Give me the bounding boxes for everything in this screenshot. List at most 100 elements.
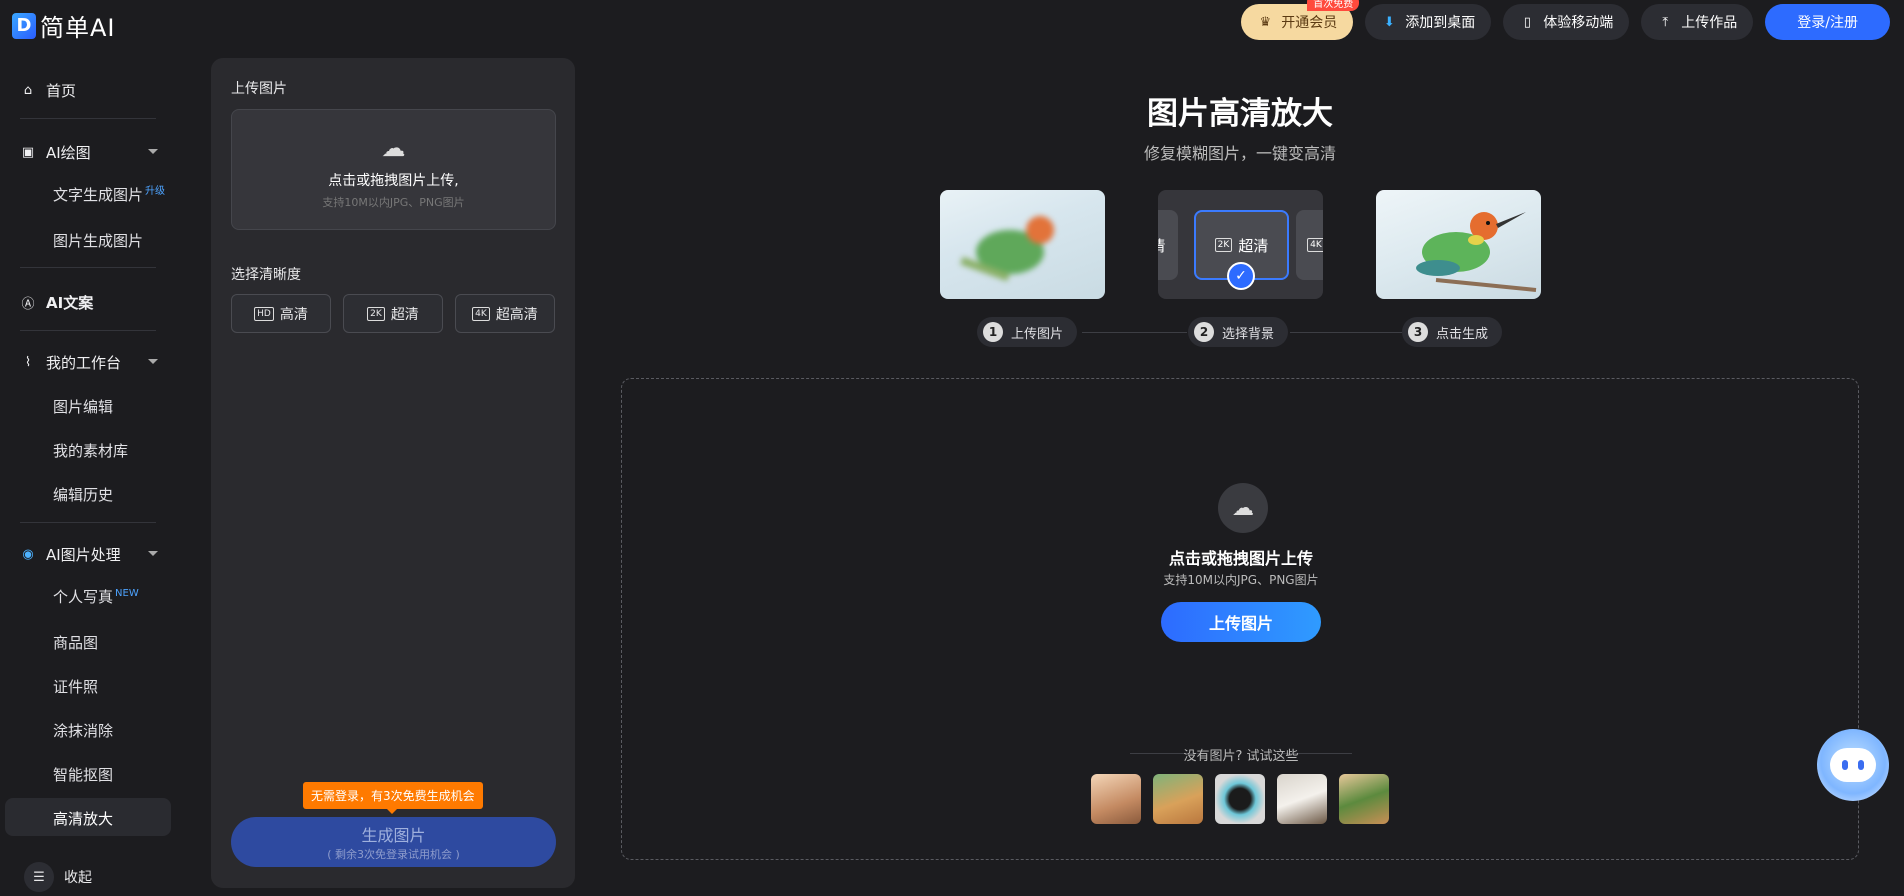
generate-label: 生成图片 bbox=[361, 826, 426, 845]
upload-work-label: 上传作品 bbox=[1681, 15, 1738, 31]
ai-icon: Ⓐ bbox=[21, 297, 35, 312]
resolution-hd-label: 高清 bbox=[279, 306, 308, 323]
sidebar-item-ai-copy[interactable]: Ⓐ AI文案 bbox=[20, 292, 93, 313]
generate-sub-label: ( 剩余3次免登录试用机会 ) bbox=[327, 848, 460, 861]
step-connector bbox=[1082, 332, 1187, 333]
text-to-image-label: 文字生成图片 bbox=[53, 186, 144, 204]
sidebar-item-ai-image-proc[interactable]: ◉ AI图片处理 bbox=[20, 544, 172, 565]
example-2k-icon: 2K bbox=[1214, 238, 1233, 252]
upload-image-button[interactable]: 上传图片 bbox=[1161, 602, 1321, 642]
step-1-label: 上传图片 bbox=[1011, 326, 1064, 342]
sidebar-item-home[interactable]: ⌂ 首页 bbox=[20, 80, 76, 101]
panel-upload-area[interactable]: ☁ 点击或拖拽图片上传, 支持10M以内JPG、PNG图片 bbox=[231, 109, 556, 230]
sidebar-ai-image-proc-label: AI图片处理 bbox=[46, 546, 121, 564]
example-4k-icon: 4K bbox=[1307, 238, 1323, 252]
step-2: 2 选择背景 bbox=[1188, 317, 1289, 347]
sidebar-item-upscale[interactable]: 高清放大 bbox=[53, 808, 113, 829]
assistant-face bbox=[1830, 748, 1876, 782]
login-button[interactable]: 登录/注册 bbox=[1765, 4, 1890, 40]
chart-icon: ⌇ bbox=[24, 355, 32, 370]
resolution-4k-label: 超高清 bbox=[495, 306, 538, 323]
vip-icon: ♛ bbox=[1259, 14, 1272, 30]
logo[interactable]: D 简单AI bbox=[12, 8, 116, 43]
divider bbox=[20, 118, 156, 119]
sidebar-item-image-to-image[interactable]: 图片生成图片 bbox=[53, 230, 143, 251]
top-actions: ♛ 开通会员 首次免费 ⬇ 添加到桌面 ▯ 体验移动端 ⤒ 上传作品 登录/注册 bbox=[1241, 0, 1890, 40]
vip-button[interactable]: ♛ 开通会员 首次免费 bbox=[1241, 0, 1360, 40]
home-icon: ⌂ bbox=[23, 83, 33, 98]
sidebar-item-text-to-image[interactable]: 文字生成图片 升级 bbox=[53, 184, 165, 205]
sidebar-item-materials[interactable]: 我的素材库 bbox=[53, 440, 128, 461]
divider bbox=[20, 330, 156, 331]
step-3-number: 3 bbox=[1408, 322, 1428, 342]
assistant-bot-icon[interactable] bbox=[1817, 729, 1889, 801]
sidebar-ai-copy-label: AI文案 bbox=[46, 294, 94, 312]
phone-icon: ▯ bbox=[1523, 14, 1531, 30]
sidebar-item-workspace[interactable]: ⌇ 我的工作台 bbox=[20, 352, 172, 373]
free-trial-tooltip: 无需登录，有3次免费生成机会 bbox=[303, 782, 483, 814]
sample-images bbox=[1091, 774, 1389, 824]
sidebar-item-ai-draw[interactable]: ▣ AI绘图 bbox=[20, 142, 172, 163]
resolution-4k-button[interactable]: 4K 超高清 bbox=[455, 294, 555, 333]
page-subtitle: 修复模糊图片，一键变高清 bbox=[1143, 144, 1336, 163]
settings-panel: 上传图片 ☁ 点击或拖拽图片上传, 支持10M以内JPG、PNG图片 选择清晰度… bbox=[211, 58, 575, 888]
chevron-down-icon bbox=[148, 359, 158, 364]
panel-upload-hint: 支持10M以内JPG、PNG图片 bbox=[322, 196, 465, 209]
logo-mark: D bbox=[12, 12, 36, 39]
sidebar-item-product[interactable]: 商品图 bbox=[53, 632, 98, 653]
collapse-button[interactable]: ☰ 收起 bbox=[24, 862, 92, 892]
sample-portrait[interactable] bbox=[1091, 774, 1141, 824]
resolution-example-card: 清 2K 超清 4K ✓ bbox=[1158, 190, 1323, 299]
bird-blurry-illustration bbox=[960, 216, 1054, 282]
sidebar-home-label: 首页 bbox=[46, 82, 77, 100]
sample-headphones[interactable] bbox=[1215, 774, 1265, 824]
cloud-upload-icon: ☁ bbox=[381, 134, 406, 162]
sidebar-workspace-label: 我的工作台 bbox=[46, 354, 122, 372]
resolution-hd-button[interactable]: HD 高清 bbox=[231, 294, 331, 333]
assistant-eye bbox=[1842, 760, 1848, 770]
sidebar: ⌂ 首页 ▣ AI绘图 文字生成图片 升级 图片生成图片 Ⓐ AI文案 ⌇ 我的工… bbox=[0, 60, 172, 896]
add-desktop-button[interactable]: ⬇ 添加到桌面 bbox=[1365, 4, 1492, 40]
top-bar: D 简单AI ♛ 开通会员 首次免费 ⬇ 添加到桌面 ▯ 体验移动端 ⤒ 上传作… bbox=[0, 0, 1904, 46]
upload-icon: ⤒ bbox=[1662, 14, 1669, 30]
upload-work-button[interactable]: ⤒ 上传作品 bbox=[1641, 4, 1754, 40]
upload-section-label: 上传图片 bbox=[231, 81, 287, 97]
step-3: 3 点击生成 bbox=[1402, 317, 1503, 347]
sharp-example-image bbox=[1376, 190, 1541, 299]
sidebar-item-cutout[interactable]: 智能抠图 bbox=[53, 764, 113, 785]
sidebar-item-portrait[interactable]: 个人写真 NEW bbox=[53, 586, 139, 607]
divider bbox=[20, 522, 156, 523]
add-desktop-label: 添加到桌面 bbox=[1405, 15, 1476, 31]
example-chip-selected-label: 超清 bbox=[1238, 236, 1269, 255]
mobile-button[interactable]: ▯ 体验移动端 bbox=[1503, 4, 1630, 40]
dropzone-hint: 支持10M以内JPG、PNG图片 bbox=[1163, 573, 1319, 587]
dropzone-title: 点击或拖拽图片上传 bbox=[1168, 549, 1313, 568]
generate-button[interactable]: 生成图片 ( 剩余3次免登录试用机会 ) bbox=[231, 817, 556, 867]
sample-dog[interactable] bbox=[1153, 774, 1203, 824]
step-3-label: 点击生成 bbox=[1436, 326, 1489, 342]
example-chip-left: 清 bbox=[1158, 210, 1178, 280]
step-connector bbox=[1290, 332, 1402, 333]
main-dropzone[interactable]: ☁ 点击或拖拽图片上传 支持10M以内JPG、PNG图片 上传图片 没有图片? … bbox=[621, 378, 1859, 860]
bird-sharp-illustration bbox=[1416, 212, 1537, 292]
vip-free-badge: 首次免费 bbox=[1307, 0, 1360, 11]
assistant-eye bbox=[1858, 760, 1864, 770]
sidebar-item-id-photo[interactable]: 证件照 bbox=[53, 676, 98, 697]
cloud-upload-icon: ☁ bbox=[1218, 483, 1268, 533]
blurry-example-image bbox=[940, 190, 1105, 299]
sidebar-item-history[interactable]: 编辑历史 bbox=[53, 484, 113, 505]
sidebar-ai-draw-label: AI绘图 bbox=[46, 144, 91, 162]
mobile-label: 体验移动端 bbox=[1543, 15, 1614, 31]
4k-icon: 4K bbox=[472, 306, 490, 321]
hd-icon: HD bbox=[254, 306, 274, 321]
sidebar-item-image-edit[interactable]: 图片编辑 bbox=[53, 396, 113, 417]
sample-coffee[interactable] bbox=[1277, 774, 1327, 824]
resolution-2k-button[interactable]: 2K 超清 bbox=[343, 294, 443, 333]
sample-plant[interactable] bbox=[1339, 774, 1389, 824]
download-icon: ⬇ bbox=[1383, 14, 1395, 30]
resolution-options: HD 高清 2K 超清 4K 超高清 bbox=[231, 294, 555, 333]
chevron-down-icon bbox=[148, 551, 158, 556]
sidebar-item-erase[interactable]: 涂抹消除 bbox=[53, 720, 113, 741]
new-tag: NEW bbox=[115, 588, 139, 599]
image-icon: ▣ bbox=[21, 145, 35, 160]
